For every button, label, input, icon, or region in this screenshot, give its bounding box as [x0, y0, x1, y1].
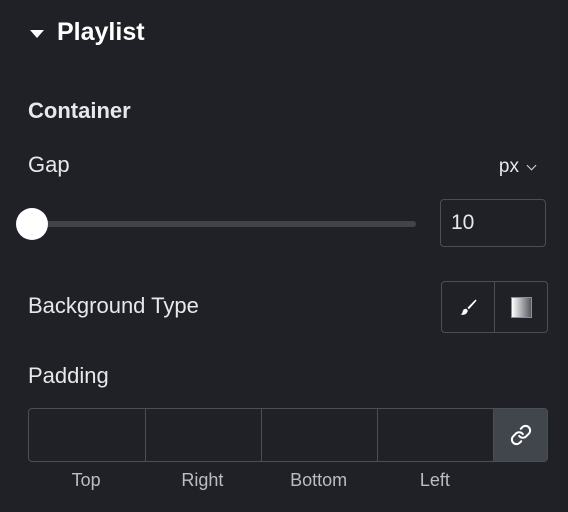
padding-left-input[interactable]	[377, 409, 493, 461]
padding-dimensions	[28, 408, 548, 462]
gap-unit-select[interactable]: px	[498, 156, 537, 178]
padding-right-label: Right	[181, 470, 224, 490]
background-classic-button[interactable]	[442, 282, 494, 332]
padding-left-label: Left	[419, 470, 450, 490]
gap-unit-value: px	[498, 156, 519, 177]
gap-slider-thumb[interactable]	[16, 208, 48, 240]
link-icon	[510, 424, 531, 446]
background-type-label: Background Type	[28, 293, 199, 318]
background-gradient-button[interactable]	[494, 282, 547, 332]
container-heading: Container	[28, 98, 131, 123]
padding-bottom-input[interactable]	[261, 409, 377, 461]
padding-top-input[interactable]	[29, 409, 145, 461]
link-values-button[interactable]	[493, 409, 547, 461]
gap-label: Gap	[28, 152, 70, 177]
caret-down-icon	[30, 29, 44, 38]
gap-value-input[interactable]	[440, 199, 546, 247]
chevron-down-icon	[526, 160, 537, 170]
padding-right-input[interactable]	[145, 409, 261, 461]
padding-top-label: Top	[71, 470, 101, 490]
gap-slider-track[interactable]	[30, 221, 416, 227]
playlist-section-header[interactable]: Playlist	[30, 18, 145, 47]
padding-bottom-label: Bottom	[290, 470, 348, 490]
padding-dimension-labels: Top Right Bottom Left	[28, 470, 493, 491]
brush-icon	[460, 299, 477, 315]
gradient-icon	[510, 296, 532, 318]
padding-label: Padding	[28, 363, 109, 388]
background-type-choose	[441, 281, 548, 333]
section-title: Playlist	[57, 18, 145, 46]
gap-slider[interactable]	[16, 208, 416, 240]
